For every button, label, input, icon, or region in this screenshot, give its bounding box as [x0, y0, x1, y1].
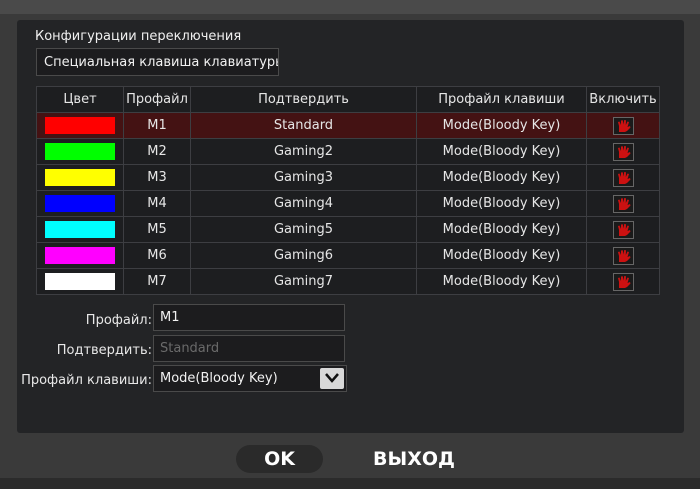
key-profile-value: Mode(Bloody Key) [160, 371, 278, 386]
table-row[interactable]: M3 Gaming3 Mode(Bloody Key) [36, 164, 660, 191]
key-profile-cell: Mode(Bloody Key) [416, 190, 587, 217]
bloody-hand-icon[interactable] [612, 142, 634, 161]
key-profile-cell: Mode(Bloody Key) [416, 268, 587, 295]
color-swatch[interactable] [45, 143, 115, 160]
top-bar [0, 0, 700, 14]
table-row[interactable]: M2 Gaming2 Mode(Bloody Key) [36, 138, 660, 165]
bloody-hand-icon[interactable] [612, 168, 634, 187]
header-confirm: Подтвердить [190, 86, 417, 113]
key-profile-cell: Mode(Bloody Key) [416, 164, 587, 191]
color-cell[interactable] [36, 164, 124, 191]
chevron-down-icon [325, 373, 339, 383]
key-profile-cell: Mode(Bloody Key) [416, 138, 587, 165]
table-row[interactable]: M4 Gaming4 Mode(Bloody Key) [36, 190, 660, 217]
key-profile-cell: Mode(Bloody Key) [416, 112, 587, 139]
profile-cell: M7 [123, 268, 191, 295]
color-cell[interactable] [36, 268, 124, 295]
bloody-hand-icon[interactable] [612, 220, 634, 239]
color-swatch[interactable] [45, 117, 115, 134]
profile-table: Цвет Профайл Подтвердить Профайл клавиши… [36, 86, 660, 295]
confirm-cell: Standard [190, 112, 417, 139]
bloody-hand-icon[interactable] [612, 246, 634, 265]
enable-cell[interactable] [586, 138, 660, 165]
color-cell[interactable] [36, 112, 124, 139]
confirm-cell: Gaming4 [190, 190, 417, 217]
profile-label: Профайл: [85, 313, 152, 328]
enable-cell[interactable] [586, 190, 660, 217]
header-profile: Профайл [123, 86, 191, 113]
confirm-cell: Gaming3 [190, 164, 417, 191]
confirm-cell: Gaming6 [190, 242, 417, 269]
profile-cell: M4 [123, 190, 191, 217]
table-row[interactable]: M7 Gaming7 Mode(Bloody Key) [36, 268, 660, 295]
color-cell[interactable] [36, 242, 124, 269]
color-cell[interactable] [36, 190, 124, 217]
bloody-hand-icon[interactable] [612, 116, 634, 135]
ok-button[interactable]: OK [236, 445, 323, 473]
color-cell[interactable] [36, 216, 124, 243]
profile-input[interactable]: M1 [153, 304, 345, 331]
key-profile-cell: Mode(Bloody Key) [416, 216, 587, 243]
dropdown-button[interactable] [320, 368, 344, 389]
enable-cell[interactable] [586, 164, 660, 191]
enable-cell[interactable] [586, 112, 660, 139]
bottom-bar [0, 478, 700, 489]
confirm-cell: Gaming5 [190, 216, 417, 243]
table-row[interactable]: M6 Gaming6 Mode(Bloody Key) [36, 242, 660, 269]
header-color: Цвет [36, 86, 124, 113]
enable-cell[interactable] [586, 242, 660, 269]
table-row[interactable]: M1 Standard Mode(Bloody Key) [36, 112, 660, 139]
confirm-cell: Gaming7 [190, 268, 417, 295]
table-header-row: Цвет Профайл Подтвердить Профайл клавиши… [36, 86, 660, 113]
profile-cell: M5 [123, 216, 191, 243]
key-profile-label: Профайл клавиши: [21, 373, 152, 388]
profile-cell: M1 [123, 112, 191, 139]
color-cell[interactable] [36, 138, 124, 165]
config-title: Конфигурации переключения [35, 29, 242, 44]
enable-cell[interactable] [586, 216, 660, 243]
special-key-select[interactable]: Специальная клавиша клавиатуры [36, 48, 279, 76]
bloody-hand-icon[interactable] [612, 272, 634, 291]
key-profile-select[interactable]: Mode(Bloody Key) [153, 365, 347, 392]
confirm-input[interactable]: Standard [153, 335, 345, 362]
color-swatch[interactable] [45, 221, 115, 238]
header-enable: Включить [586, 86, 660, 113]
header-key-profile: Профайл клавиши [416, 86, 587, 113]
bloody-hand-icon[interactable] [612, 194, 634, 213]
color-swatch[interactable] [45, 195, 115, 212]
confirm-cell: Gaming2 [190, 138, 417, 165]
enable-cell[interactable] [586, 268, 660, 295]
profile-cell: M2 [123, 138, 191, 165]
color-swatch[interactable] [45, 247, 115, 264]
color-swatch[interactable] [45, 273, 115, 290]
profile-cell: M6 [123, 242, 191, 269]
table-row[interactable]: M5 Gaming5 Mode(Bloody Key) [36, 216, 660, 243]
profile-cell: M3 [123, 164, 191, 191]
exit-button[interactable]: ВЫХОД [366, 445, 462, 473]
confirm-label: Подтвердить: [56, 343, 152, 358]
key-profile-cell: Mode(Bloody Key) [416, 242, 587, 269]
color-swatch[interactable] [45, 169, 115, 186]
